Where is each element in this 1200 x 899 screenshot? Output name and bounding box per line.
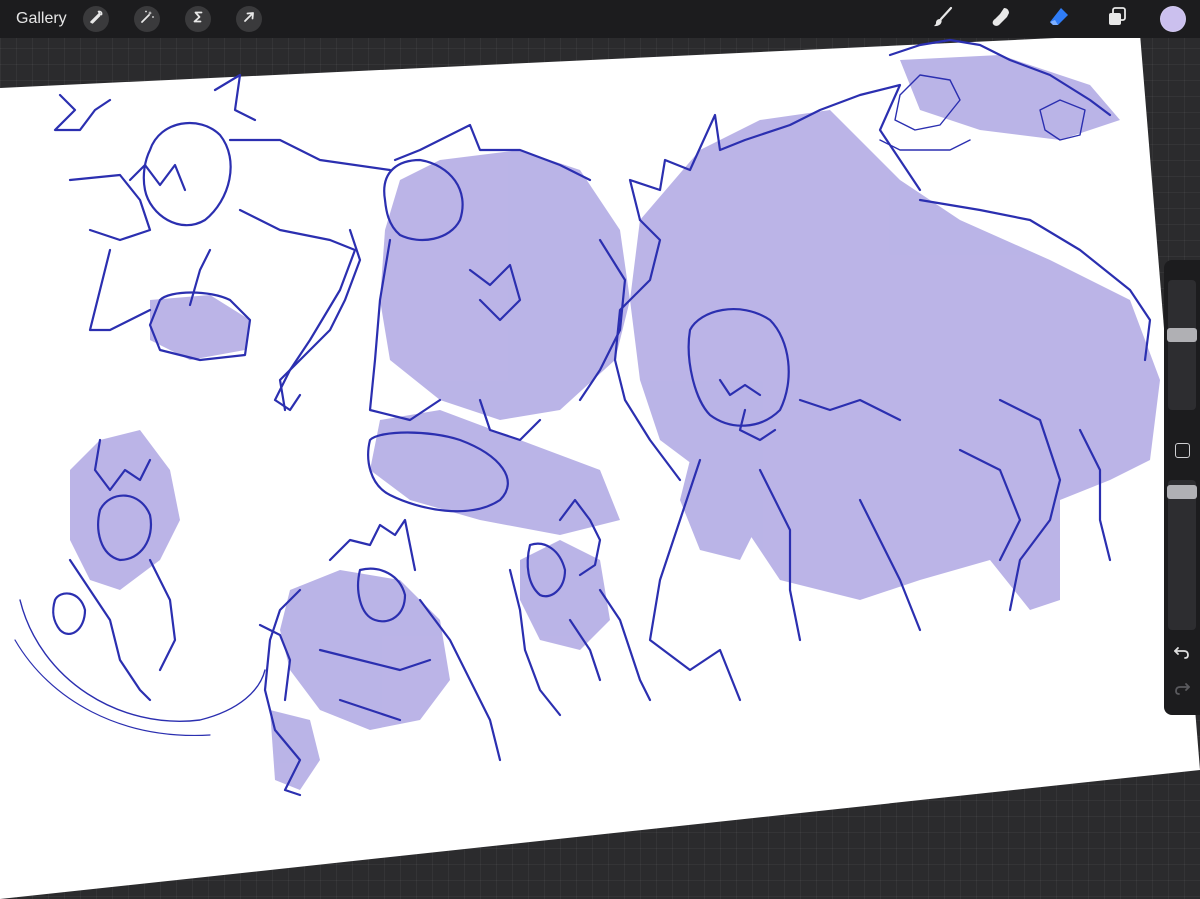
eraser-tool-button[interactable] — [1044, 4, 1074, 34]
arrow-cursor-icon — [241, 9, 257, 30]
right-toolbar-group — [928, 0, 1200, 38]
opacity-thumb[interactable] — [1167, 485, 1197, 499]
brush-size-thumb[interactable] — [1167, 328, 1197, 342]
actions-button[interactable] — [82, 6, 109, 32]
smudge-icon — [989, 5, 1013, 34]
brush-icon — [931, 5, 955, 34]
opacity-slider[interactable] — [1167, 480, 1197, 630]
redo-icon — [1173, 680, 1191, 703]
undo-button[interactable] — [1170, 643, 1194, 667]
transform-button[interactable] — [235, 6, 262, 32]
side-bar — [1164, 260, 1200, 715]
magic-wand-icon — [139, 9, 155, 30]
brush-tool-button[interactable] — [928, 4, 958, 34]
smudge-tool-button[interactable] — [986, 4, 1016, 34]
modify-square-icon[interactable] — [1175, 443, 1190, 458]
selection-s-icon — [190, 9, 206, 30]
procreate-app: Gallery — [0, 0, 1200, 899]
color-picker-swatch[interactable] — [1160, 6, 1186, 32]
wrench-icon — [88, 9, 104, 30]
redo-button[interactable] — [1170, 679, 1194, 703]
drawing-canvas[interactable] — [0, 0, 1200, 899]
undo-icon — [1173, 644, 1191, 667]
brush-size-slider[interactable] — [1167, 280, 1197, 410]
canvas-svg[interactable] — [0, 0, 1200, 899]
left-toolbar-group: Gallery — [0, 0, 287, 38]
layers-button[interactable] — [1102, 4, 1132, 34]
top-toolbar: Gallery — [0, 0, 1200, 38]
gallery-button[interactable]: Gallery — [16, 10, 67, 28]
adjustments-button[interactable] — [133, 6, 160, 32]
layers-icon — [1105, 5, 1129, 34]
eraser-icon — [1047, 5, 1071, 34]
selection-button[interactable] — [184, 6, 211, 32]
